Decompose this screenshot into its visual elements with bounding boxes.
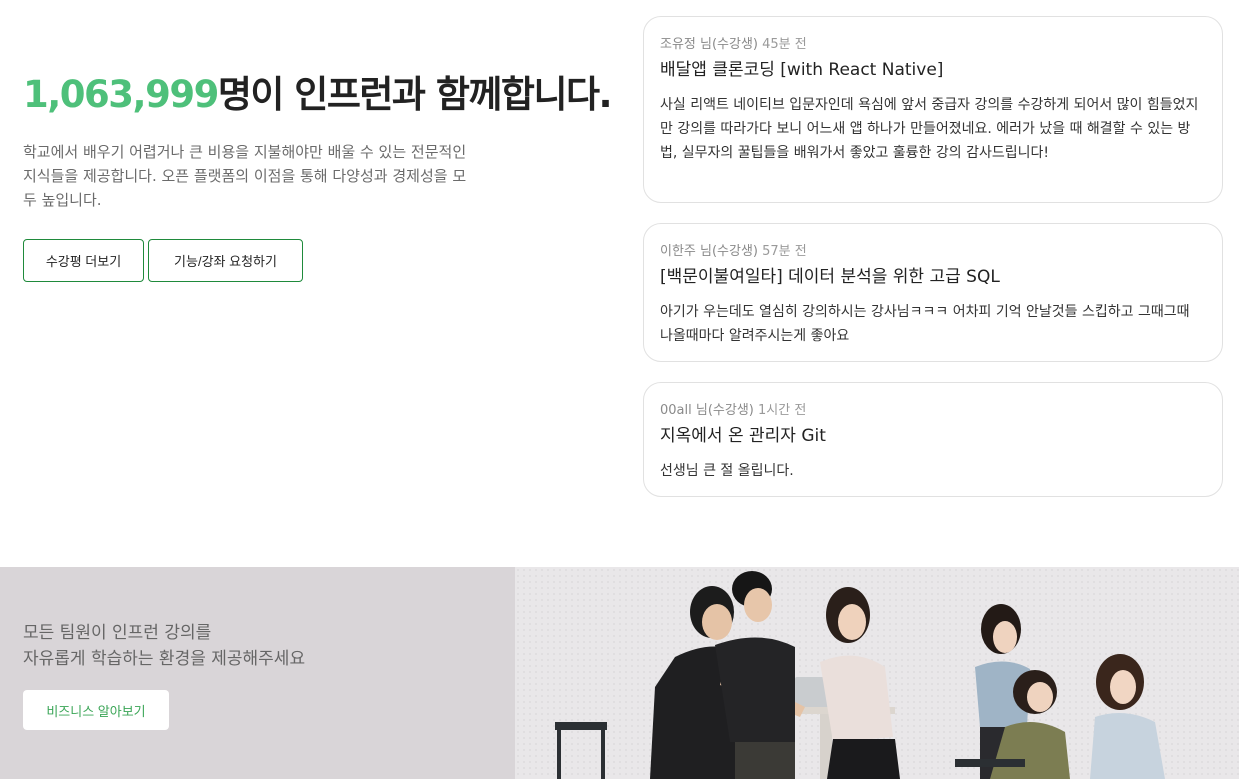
review-course-title[interactable]: [백문이불여일타] 데이터 분석을 위한 고급 SQL [660, 264, 1206, 290]
headline-text: 명이 인프런과 함께합니다. [217, 73, 613, 116]
request-feature-button[interactable]: 기능/강좌 요청하기 [148, 239, 303, 282]
review-time: 57분 전 [762, 244, 807, 259]
hero-section: 1,063,999명이 인프런과 함께합니다. 학교에서 배우기 어렵거나 큰 … [23, 72, 613, 212]
review-card[interactable]: 조유정 님(수강생) 45분 전 배달앱 클론코딩 [with React Na… [643, 16, 1223, 203]
banner-line-2: 자유롭게 학습하는 환경을 제공해주세요 [23, 649, 306, 669]
review-author: 00all 님(수강생) [660, 403, 754, 418]
banner-line-1: 모든 팀원이 인프런 강의를 [23, 623, 212, 643]
review-meta: 이한주 님(수강생) 57분 전 [660, 242, 1206, 262]
review-time: 1시간 전 [758, 403, 807, 418]
review-course-title[interactable]: 지옥에서 온 관리자 Git [660, 423, 1206, 449]
review-author: 조유정 님(수강생) [660, 37, 758, 52]
team-photo [515, 567, 1239, 779]
hero-description: 학교에서 배우기 어렵거나 큰 비용을 지불해야만 배울 수 있는 전문적인 지… [23, 143, 467, 209]
review-text: 선생님 큰 절 올립니다. [660, 463, 794, 479]
review-time: 45분 전 [762, 37, 807, 52]
review-text: 아기가 우는데도 열심히 강의하시는 강사님ㅋㅋㅋ 어차피 기억 안날것들 스킵… [660, 304, 1190, 344]
review-meta: 조유정 님(수강생) 45분 전 [660, 35, 1206, 55]
review-card[interactable]: 이한주 님(수강생) 57분 전 [백문이불여일타] 데이터 분석을 위한 고급… [643, 223, 1223, 362]
learner-count: 1,063,999 [23, 73, 219, 116]
hero-buttons: 수강평 더보기 기능/강좌 요청하기 [23, 239, 303, 282]
review-author: 이한주 님(수강생) [660, 244, 758, 259]
review-card[interactable]: 00all 님(수강생) 1시간 전 지옥에서 온 관리자 Git 선생님 큰 … [643, 382, 1223, 497]
more-reviews-button[interactable]: 수강평 더보기 [23, 239, 144, 282]
review-meta: 00all 님(수강생) 1시간 전 [660, 401, 1206, 421]
review-text: 사실 리액트 네이티브 입문자인데 욕심에 앞서 중급자 강의를 수강하게 되어… [660, 97, 1199, 161]
business-learn-more-button[interactable]: 비즈니스 알아보기 [23, 690, 169, 730]
review-course-title[interactable]: 배달앱 클론코딩 [with React Native] [660, 57, 1206, 83]
banner-message: 모든 팀원이 인프런 강의를 자유롭게 학습하는 환경을 제공해주세요 [23, 620, 305, 672]
hero-headline: 1,063,999명이 인프런과 함께합니다. [23, 72, 613, 118]
business-banner: 모든 팀원이 인프런 강의를 자유롭게 학습하는 환경을 제공해주세요 비즈니스… [0, 567, 1239, 779]
